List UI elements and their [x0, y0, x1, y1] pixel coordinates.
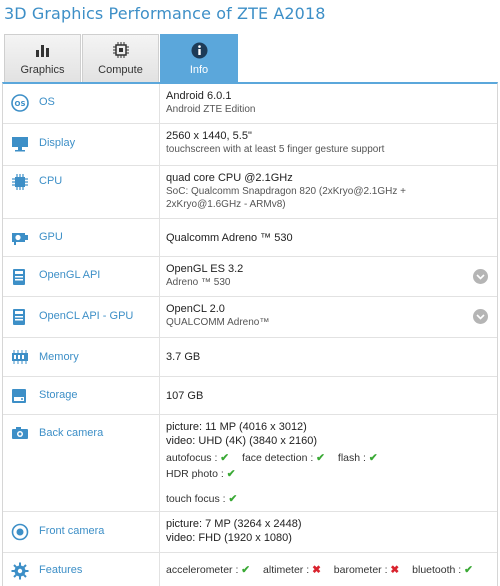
opengl-version: OpenGL ES 3.2 — [166, 263, 244, 275]
monitor-icon — [11, 136, 29, 152]
feature-hdr-photo: HDR photo : ✔ — [166, 468, 236, 480]
row-label: Memory — [39, 351, 79, 363]
cpu-icon — [11, 173, 29, 190]
row-label: Back camera — [39, 427, 104, 439]
row-label: CPU — [39, 175, 63, 187]
feature-accelerometer: accelerometer : ✔ — [166, 564, 251, 576]
api-icon — [11, 308, 29, 325]
row-label: OS — [39, 96, 55, 108]
sensor-features: accelerometer : ✔ altimeter : ✖ baromete… — [166, 562, 489, 578]
front-camera-picture: picture: 7 MP (3264 x 2448) — [166, 518, 302, 530]
feature-altimeter: altimeter : ✖ — [263, 564, 321, 576]
info-row-back-camera: Back camera picture: 11 MP (4016 x 3012)… — [3, 415, 497, 512]
info-icon — [190, 41, 208, 59]
row-label: Features — [39, 564, 83, 576]
row-label: Storage — [39, 389, 78, 401]
info-row-front-camera: Front camera picture: 7 MP (3264 x 2448)… — [3, 512, 497, 553]
back-camera-video: video: UHD (4K) (3840 x 2160) — [166, 435, 318, 447]
cross-icon: ✖ — [312, 564, 321, 576]
feature-barometer: barometer : ✖ — [333, 564, 400, 576]
cross-icon: ✖ — [390, 564, 400, 576]
tab-bar: Graphics Compute Info — [4, 34, 239, 82]
check-icon: ✔ — [368, 452, 378, 464]
row-label: OpenCL API - GPU — [39, 310, 134, 322]
check-icon: ✔ — [226, 468, 236, 480]
info-row-gpu: GPU Qualcomm Adreno ™ 530 — [3, 219, 497, 257]
back-camera-extra-features: touch focus : ✔ — [166, 491, 467, 507]
info-row-features: Features accelerometer : ✔ altimeter : ✖… — [3, 553, 497, 586]
check-icon: ✔ — [228, 493, 238, 505]
feature-autofocus: autofocus : ✔ — [166, 452, 230, 464]
chevron-down-icon[interactable] — [473, 309, 488, 324]
memory-size: 3.7 GB — [166, 351, 201, 363]
tab-label: Compute — [98, 64, 143, 76]
info-row-os: OS OS Android 6.0.1 Android ZTE Edition — [3, 84, 497, 124]
info-row-display: Display 2560 x 1440, 5.5" touchscreen wi… — [3, 124, 497, 166]
info-row-opencl-api[interactable]: OpenCL API - GPU OpenCL 2.0 QUALCOMM Adr… — [3, 297, 497, 338]
info-row-cpu: CPU quad core CPU @2.1GHz SoC: Qualcomm … — [3, 166, 497, 219]
row-label: Display — [39, 137, 76, 149]
chip-icon — [112, 41, 130, 59]
row-label: Front camera — [39, 525, 105, 537]
feature-touch-focus: touch focus : ✔ — [166, 493, 238, 505]
api-icon — [11, 268, 29, 285]
os-version: Android 6.0.1 — [166, 90, 232, 102]
tab-info[interactable]: Info — [160, 34, 238, 82]
page-title: 3D Graphics Performance of ZTE A2018 — [4, 4, 326, 23]
feature-bluetooth: bluetooth : ✔ — [412, 564, 473, 576]
device-info-table: OS OS Android 6.0.1 Android ZTE Edition … — [2, 82, 498, 586]
row-label: GPU — [39, 231, 63, 243]
gpu-name: Qualcomm Adreno ™ 530 — [166, 232, 293, 244]
info-row-memory: Memory 3.7 GB — [3, 338, 497, 377]
opencl-device: QUALCOMM Adreno™ — [166, 317, 270, 328]
gpu-icon — [11, 230, 29, 246]
feature-flash: flash : ✔ — [337, 452, 378, 464]
chevron-down-icon[interactable] — [473, 269, 488, 284]
front-camera-video: video: FHD (1920 x 1080) — [166, 532, 292, 544]
svg-text:OS: OS — [15, 100, 26, 108]
opengl-renderer: Adreno ™ 530 — [166, 277, 231, 288]
opencl-version: OpenCL 2.0 — [166, 303, 225, 315]
back-camera-features: autofocus : ✔ face detection : ✔ flash :… — [166, 450, 467, 482]
camera-icon — [11, 426, 29, 442]
tab-graphics[interactable]: Graphics — [4, 34, 81, 82]
row-label: OpenGL API — [39, 269, 101, 281]
os-edition: Android ZTE Edition — [166, 104, 256, 115]
check-icon: ✔ — [464, 564, 473, 576]
storage-size: 107 GB — [166, 390, 204, 402]
storage-icon — [11, 388, 29, 404]
cpu-soc: SoC: Qualcomm Snapdragon 820 (2xKryo@2.1… — [166, 186, 406, 210]
check-icon: ✔ — [220, 452, 230, 464]
info-row-opengl-api[interactable]: OpenGL API OpenGL ES 3.2 Adreno ™ 530 — [3, 257, 497, 297]
display-touch: touchscreen with at least 5 finger gestu… — [166, 144, 385, 155]
tab-compute[interactable]: Compute — [82, 34, 159, 82]
gear-icon — [11, 562, 29, 580]
tab-label: Info — [189, 64, 209, 76]
os-icon: OS — [11, 94, 29, 112]
display-resolution: 2560 x 1440, 5.5" — [166, 130, 252, 142]
info-row-storage: Storage 107 GB — [3, 377, 497, 415]
front-camera-icon — [11, 523, 29, 541]
tab-label: Graphics — [20, 64, 65, 76]
back-camera-picture: picture: 11 MP (4016 x 3012) — [166, 421, 307, 433]
memory-icon — [11, 350, 29, 366]
cpu-summary: quad core CPU @2.1GHz — [166, 172, 293, 184]
check-icon: ✔ — [316, 452, 325, 464]
check-icon: ✔ — [241, 564, 251, 576]
bar-chart-icon — [34, 41, 52, 59]
feature-face-detection: face detection : ✔ — [242, 452, 325, 464]
